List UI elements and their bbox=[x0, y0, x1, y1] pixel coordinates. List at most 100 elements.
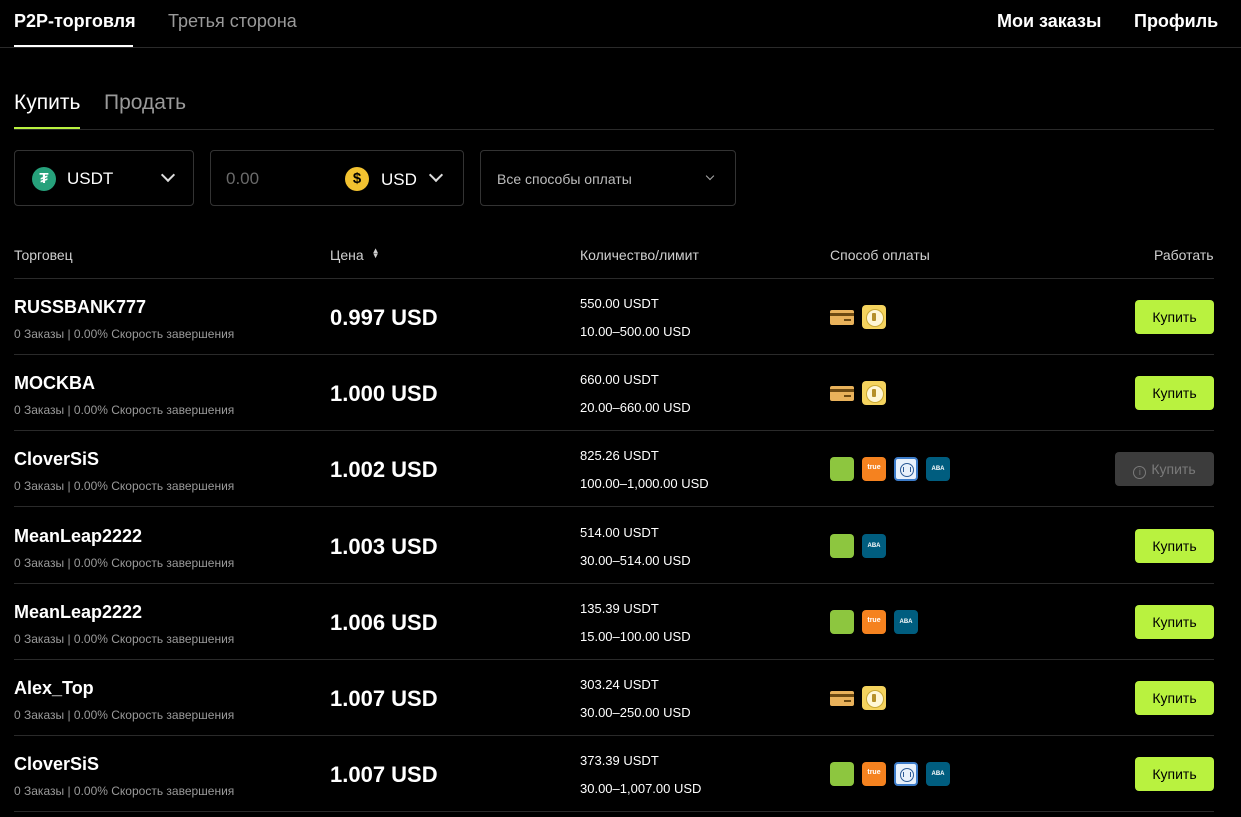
offer-price: 1.007 USD bbox=[330, 686, 438, 711]
trader-name[interactable]: CloverSiS bbox=[14, 753, 99, 775]
coin-label: USDT bbox=[67, 169, 114, 188]
offer-limit: 10.00–500.00 USD bbox=[580, 324, 691, 339]
buy-button-disabled[interactable]: i Купить bbox=[1115, 452, 1214, 487]
offer-quantity: 373.39 USDT bbox=[580, 753, 659, 769]
buy-button-label: Купить bbox=[1152, 690, 1197, 706]
tab-third-party[interactable]: Третья сторона bbox=[168, 10, 297, 32]
offer-price: 1.007 USD bbox=[330, 762, 438, 788]
trader-name[interactable]: MeanLeap2222 bbox=[14, 601, 142, 623]
table-row: MeanLeap2222 0 Заказы | 0.00% Скорость за… bbox=[14, 508, 1214, 584]
payment-method-select[interactable]: Все способы оплаты bbox=[480, 150, 736, 206]
chevron-down-icon[interactable] bbox=[428, 167, 444, 183]
buy-button[interactable]: Купить bbox=[1135, 681, 1214, 715]
bank-icon bbox=[894, 457, 918, 482]
table-row: CloverSiS 0 Заказы | 0.00% Скорость завер… bbox=[14, 736, 1214, 813]
tab-buy[interactable]: Купить bbox=[14, 90, 80, 116]
table-row: MeanLeap2222 0 Заказы | 0.00% Скорость за… bbox=[14, 584, 1214, 660]
offer-price: 1.002 USD bbox=[330, 457, 438, 483]
table-row: RUSSBANK777 0 Заказы | 0.00% Скорость зав… bbox=[14, 279, 1214, 355]
bank-icon bbox=[894, 762, 918, 787]
offer-limit: 20.00–660.00 USD bbox=[580, 400, 691, 416]
trader-stats: 0 Заказы | 0.00% Скорость завершения bbox=[14, 327, 235, 341]
buy-button-label: Купить bbox=[1152, 537, 1197, 554]
header-trader: Торговец bbox=[14, 247, 73, 263]
trader-stats: 0 Заказы | 0.00% Скорость завершения bbox=[14, 403, 235, 418]
green-bank-icon bbox=[830, 762, 854, 787]
sberbank-icon bbox=[862, 305, 886, 329]
green-bank-icon bbox=[830, 609, 854, 634]
offer-quantity: 135.39 USDT bbox=[580, 600, 659, 616]
offer-limit: 30.00–250.00 USD bbox=[580, 705, 691, 720]
sberbank-icon bbox=[862, 381, 886, 406]
aba-bank-icon: ABA bbox=[926, 762, 950, 787]
trader-name[interactable]: RUSSBANK777 bbox=[14, 296, 146, 318]
payment-methods: true ABA bbox=[830, 762, 950, 787]
table-row: CloverSiS 0 Заказы | 0.00% Скорость завер… bbox=[14, 431, 1214, 508]
tether-icon: ₮ bbox=[32, 167, 56, 191]
header-price[interactable]: Цена ▲ ▼ bbox=[330, 247, 380, 264]
offer-quantity: 825.26 USDT bbox=[580, 448, 659, 464]
aba-bank-icon: ABA bbox=[894, 609, 918, 634]
tab-p2p-trading[interactable]: P2P-торговля bbox=[14, 10, 136, 32]
buy-button-label: Купить bbox=[1152, 766, 1197, 783]
payment-methods bbox=[830, 686, 886, 710]
offer-quantity: 550.00 USDT bbox=[580, 296, 659, 311]
chevron-down-icon bbox=[160, 167, 176, 183]
offer-price: 1.000 USD bbox=[330, 381, 438, 407]
sort-icon[interactable]: ▲ ▼ bbox=[372, 247, 380, 260]
buy-button[interactable]: Купить bbox=[1135, 300, 1214, 334]
offer-price: 1.003 USD bbox=[330, 533, 438, 559]
buy-button[interactable]: Купить bbox=[1135, 757, 1214, 792]
offer-limit: 30.00–1,007.00 USD bbox=[580, 781, 702, 797]
tab-sell[interactable]: Продать bbox=[104, 90, 186, 116]
trader-name[interactable]: CloverSiS bbox=[14, 448, 99, 470]
card-icon bbox=[830, 686, 854, 710]
amount-filter: $ USD bbox=[210, 150, 464, 206]
offer-quantity: 303.24 USDT bbox=[580, 677, 659, 692]
header-price-label: Цена bbox=[330, 247, 364, 263]
payment-methods bbox=[830, 305, 886, 329]
trader-stats: 0 Заказы | 0.00% Скорость завершения bbox=[14, 631, 235, 646]
top-nav: P2P-торговля Третья сторона Мои заказы П… bbox=[0, 0, 1241, 48]
trader-stats: 0 Заказы | 0.00% Скорость завершения bbox=[14, 784, 235, 799]
offer-limit: 30.00–514.00 USD bbox=[580, 552, 691, 568]
buy-button-label: Купить bbox=[1152, 613, 1197, 630]
header-payment-method: Способ оплаты bbox=[830, 247, 930, 263]
offer-limit: 15.00–100.00 USD bbox=[580, 628, 691, 644]
trader-name[interactable]: MeanLeap2222 bbox=[14, 525, 142, 547]
offer-limit: 100.00–1,000.00 USD bbox=[580, 476, 709, 492]
trader-stats: 0 Заказы | 0.00% Скорость завершения bbox=[14, 479, 235, 494]
buy-button[interactable]: Купить bbox=[1135, 528, 1214, 563]
header-action: Работать bbox=[1154, 247, 1214, 263]
buy-button[interactable]: Купить bbox=[1135, 376, 1214, 411]
amount-input[interactable] bbox=[226, 168, 336, 190]
trader-name[interactable]: MOCKBA bbox=[14, 372, 95, 394]
buy-button-label: Купить bbox=[1152, 309, 1197, 325]
aba-bank-icon: ABA bbox=[926, 457, 950, 482]
offer-quantity: 514.00 USDT bbox=[580, 524, 659, 540]
active-tab-underline bbox=[14, 45, 133, 47]
payment-methods: true ABA bbox=[830, 457, 950, 482]
offer-quantity: 660.00 USDT bbox=[580, 372, 659, 388]
profile-link[interactable]: Профиль bbox=[1134, 10, 1218, 32]
chevron-down-icon bbox=[705, 171, 715, 181]
trader-name[interactable]: Alex_Top bbox=[14, 677, 94, 699]
payment-method-label: Все способы оплаты bbox=[497, 171, 632, 187]
info-icon: i bbox=[1133, 466, 1147, 480]
fiat-label[interactable]: USD bbox=[381, 170, 417, 190]
coin-select[interactable]: ₮ USDT bbox=[14, 150, 194, 206]
table-row: MOCKBA 0 Заказы | 0.00% Скорость завершен… bbox=[14, 355, 1214, 432]
buy-button-label: Купить bbox=[1151, 461, 1196, 478]
sberbank-icon bbox=[862, 686, 886, 710]
aba-bank-icon: ABA bbox=[862, 533, 886, 558]
card-icon bbox=[830, 381, 854, 405]
buy-button[interactable]: Купить bbox=[1135, 604, 1214, 639]
my-orders-link[interactable]: Мои заказы bbox=[997, 10, 1101, 32]
dollar-icon: $ bbox=[345, 167, 369, 191]
payment-methods bbox=[830, 381, 886, 406]
header-quantity-limit: Количество/лимит bbox=[580, 247, 699, 263]
card-icon bbox=[830, 305, 854, 329]
table-row: Alex_Top 0 Заказы | 0.00% Скорость заверш… bbox=[14, 660, 1214, 736]
green-bank-icon bbox=[830, 533, 854, 558]
buy-button-label: Купить bbox=[1152, 385, 1197, 402]
